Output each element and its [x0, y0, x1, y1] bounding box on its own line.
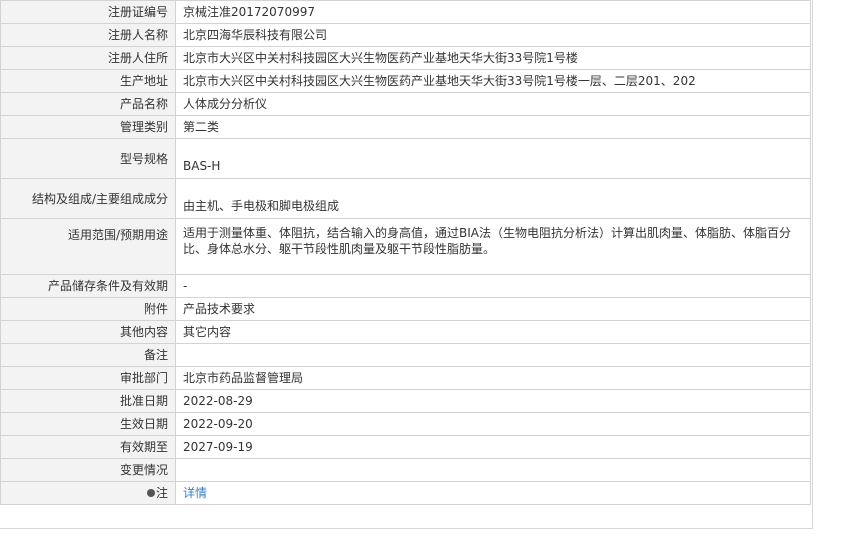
row-label: 附件: [0, 297, 176, 321]
note-label-cell: 注: [0, 481, 176, 505]
row-label: 批准日期: [0, 389, 176, 413]
row-label: 生效日期: [0, 412, 176, 436]
row-value: [175, 458, 811, 482]
table-row: 产品储存条件及有效期 -: [0, 274, 811, 298]
table-row: 备注: [0, 343, 811, 367]
row-value: 其它内容: [175, 320, 811, 344]
row-value: -: [175, 274, 811, 298]
row-value: BAS-H: [175, 138, 811, 179]
table-row: 生产地址 北京市大兴区中关村科技园区大兴生物医药产业基地天华大街33号院1号楼一…: [0, 69, 811, 93]
table-row: 批准日期 2022-08-29: [0, 389, 811, 413]
row-label: 产品名称: [0, 92, 176, 116]
row-value: 北京市药品监督管理局: [175, 366, 811, 390]
row-value: [175, 343, 811, 367]
row-label: 结构及组成/主要组成成分: [0, 178, 176, 219]
table-row: 生效日期 2022-09-20: [0, 412, 811, 436]
row-label: 注册人住所: [0, 46, 176, 70]
note-label: 注: [155, 486, 168, 500]
row-value: 由主机、手电极和脚电极组成: [175, 178, 811, 219]
row-value: 2027-09-19: [175, 435, 811, 459]
details-link[interactable]: 详情: [183, 486, 207, 500]
row-value: 产品技术要求: [175, 297, 811, 321]
row-label: 变更情况: [0, 458, 176, 482]
row-label: 产品储存条件及有效期: [0, 274, 176, 298]
table-row: 注册人名称 北京四海华辰科技有限公司: [0, 23, 811, 47]
registration-detail-table: 注册证编号 京械注准20172070997 注册人名称 北京四海华辰科技有限公司…: [0, 0, 811, 505]
table-row: 其他内容 其它内容: [0, 320, 811, 344]
table-row: 管理类别 第二类: [0, 115, 811, 139]
row-value: 北京市大兴区中关村科技园区大兴生物医药产业基地天华大街33号院1号楼: [175, 46, 811, 70]
note-row: 注 详情: [0, 481, 811, 505]
row-value: 适用于测量体重、体阻抗，结合输入的身高值，通过BIA法（生物电阻抗分析法）计算出…: [175, 218, 811, 275]
note-value-cell: 详情: [175, 481, 811, 505]
row-value: 2022-08-29: [175, 389, 811, 413]
row-label: 有效期至: [0, 435, 176, 459]
row-value: 2022-09-20: [175, 412, 811, 436]
row-label: 注册证编号: [0, 0, 176, 24]
table-row: 注册证编号 京械注准20172070997: [0, 0, 811, 24]
row-value: 京械注准20172070997: [175, 0, 811, 24]
table-row: 变更情况: [0, 458, 811, 482]
table-row: 审批部门 北京市药品监督管理局: [0, 366, 811, 390]
table-row: 适用范围/预期用途 适用于测量体重、体阻抗，结合输入的身高值，通过BIA法（生物…: [0, 218, 811, 275]
row-value: 人体成分分析仪: [175, 92, 811, 116]
row-label: 型号规格: [0, 138, 176, 179]
table-row: 附件 产品技术要求: [0, 297, 811, 321]
row-label: 审批部门: [0, 366, 176, 390]
table-row: 结构及组成/主要组成成分 由主机、手电极和脚电极组成: [0, 178, 811, 219]
table-row: 产品名称 人体成分分析仪: [0, 92, 811, 116]
table-row: 有效期至 2027-09-19: [0, 435, 811, 459]
row-value: 第二类: [175, 115, 811, 139]
note-icon: [146, 488, 155, 497]
row-label: 管理类别: [0, 115, 176, 139]
row-label: 注册人名称: [0, 23, 176, 47]
row-label: 备注: [0, 343, 176, 367]
row-label: 适用范围/预期用途: [0, 218, 176, 275]
row-value: 北京市大兴区中关村科技园区大兴生物医药产业基地天华大街33号院1号楼一层、二层2…: [175, 69, 811, 93]
table-row: 注册人住所 北京市大兴区中关村科技园区大兴生物医药产业基地天华大街33号院1号楼: [0, 46, 811, 70]
row-label: 其他内容: [0, 320, 176, 344]
table-row: 型号规格 BAS-H: [0, 138, 811, 179]
row-value: 北京四海华辰科技有限公司: [175, 23, 811, 47]
row-label: 生产地址: [0, 69, 176, 93]
